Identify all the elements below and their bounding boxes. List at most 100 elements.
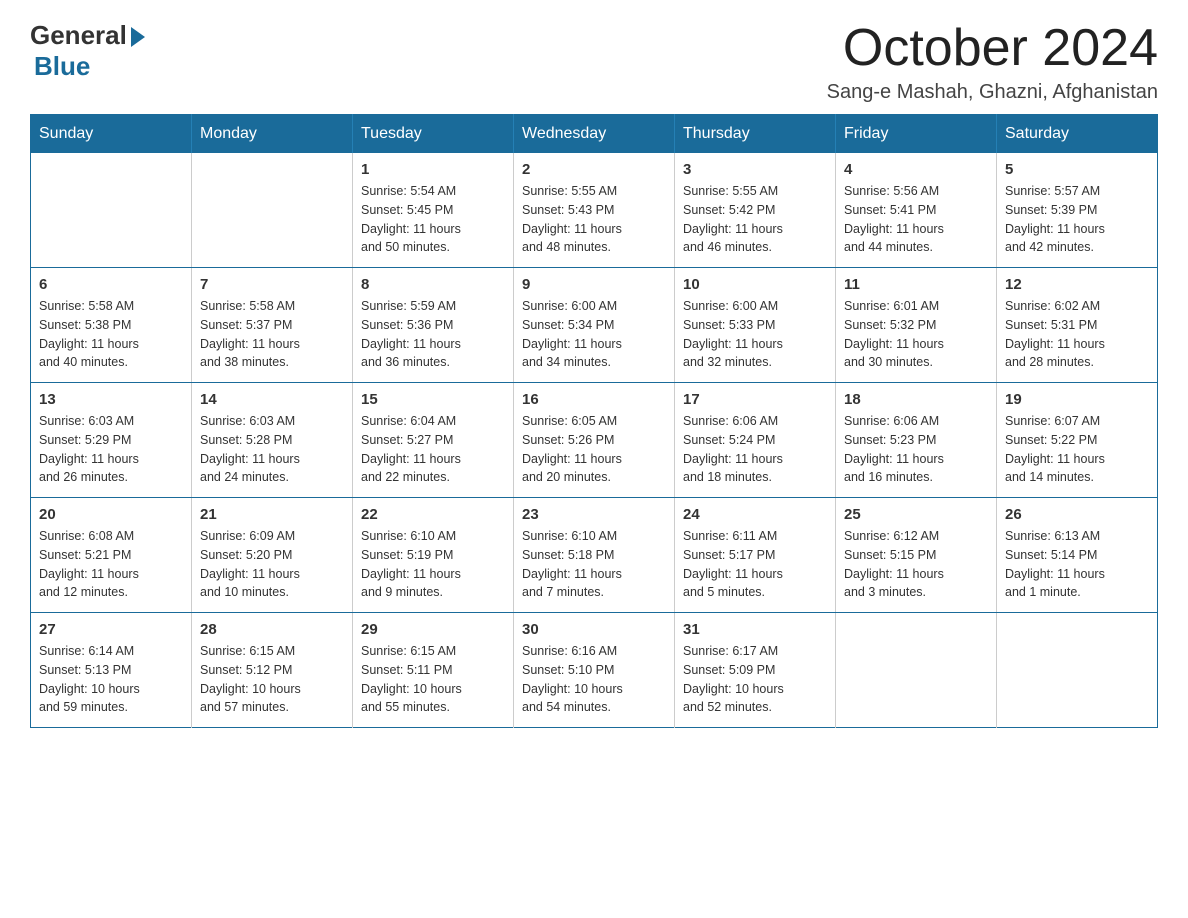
logo-general-text: General (30, 20, 127, 51)
calendar-cell (31, 153, 192, 268)
day-number: 23 (522, 506, 666, 523)
day-number: 9 (522, 276, 666, 293)
day-number: 22 (361, 506, 505, 523)
calendar-cell (192, 153, 353, 268)
calendar-cell: 22Sunrise: 6:10 AM Sunset: 5:19 PM Dayli… (353, 498, 514, 613)
day-number: 2 (522, 161, 666, 178)
day-number: 31 (683, 621, 827, 638)
day-info: Sunrise: 6:17 AM Sunset: 5:09 PM Dayligh… (683, 642, 827, 717)
calendar-cell: 23 Sunrise: 6:10 AM Sunset: 5:18 PM Dayli… (514, 498, 675, 613)
calendar-cell: 13Sunrise: 6:03 AM Sunset: 5:29 PM Dayli… (31, 383, 192, 498)
day-info: Sunrise: 6:05 AM Sunset: 5:26 PM Dayligh… (522, 412, 666, 487)
day-info: Sunrise: 6:16 AM Sunset: 5:10 PM Dayligh… (522, 642, 666, 717)
day-info: Sunrise: 6:08 AM Sunset: 5:21 PM Dayligh… (39, 527, 183, 602)
day-info: Sunrise: 6:01 AM Sunset: 5:32 PM Dayligh… (844, 297, 988, 372)
calendar-cell: 16 Sunrise: 6:05 AM Sunset: 5:26 PM Dayli… (514, 383, 675, 498)
calendar-header-tuesday: Tuesday (353, 115, 514, 154)
day-info: Sunrise: 5:59 AM Sunset: 5:36 PM Dayligh… (361, 297, 505, 372)
calendar-cell (836, 613, 997, 728)
calendar-header-thursday: Thursday (675, 115, 836, 154)
calendar-header-row: SundayMondayTuesdayWednesdayThursdayFrid… (31, 115, 1158, 154)
calendar-cell: 17 Sunrise: 6:06 AM Sunset: 5:24 PM Dayli… (675, 383, 836, 498)
calendar-cell: 3Sunrise: 5:55 AM Sunset: 5:42 PM Daylig… (675, 153, 836, 268)
day-info: Sunrise: 5:58 AM Sunset: 5:38 PM Dayligh… (39, 297, 183, 372)
calendar-cell: 14Sunrise: 6:03 AM Sunset: 5:28 PM Dayli… (192, 383, 353, 498)
calendar-week-row: 6 Sunrise: 5:58 AM Sunset: 5:38 PM Daylig… (31, 268, 1158, 383)
calendar-cell: 20 Sunrise: 6:08 AM Sunset: 5:21 PM Dayli… (31, 498, 192, 613)
day-info: Sunrise: 6:00 AM Sunset: 5:34 PM Dayligh… (522, 297, 666, 372)
calendar-cell: 26Sunrise: 6:13 AM Sunset: 5:14 PM Dayli… (997, 498, 1158, 613)
day-number: 5 (1005, 161, 1149, 178)
day-number: 6 (39, 276, 183, 293)
calendar-table: SundayMondayTuesdayWednesdayThursdayFrid… (30, 114, 1158, 728)
calendar-header-sunday: Sunday (31, 115, 192, 154)
logo-arrow-icon (131, 27, 145, 47)
calendar-cell: 5 Sunrise: 5:57 AM Sunset: 5:39 PM Daylig… (997, 153, 1158, 268)
calendar-cell: 9 Sunrise: 6:00 AM Sunset: 5:34 PM Daylig… (514, 268, 675, 383)
page-header: General Blue October 2024 Sang-e Mashah,… (30, 20, 1158, 104)
location-text: Sang-e Mashah, Ghazni, Afghanistan (827, 81, 1158, 104)
day-info: Sunrise: 6:13 AM Sunset: 5:14 PM Dayligh… (1005, 527, 1149, 602)
day-number: 4 (844, 161, 988, 178)
day-info: Sunrise: 6:00 AM Sunset: 5:33 PM Dayligh… (683, 297, 827, 372)
calendar-cell: 6 Sunrise: 5:58 AM Sunset: 5:38 PM Daylig… (31, 268, 192, 383)
calendar-header-monday: Monday (192, 115, 353, 154)
calendar-cell: 8 Sunrise: 5:59 AM Sunset: 5:36 PM Daylig… (353, 268, 514, 383)
calendar-cell: 30Sunrise: 6:16 AM Sunset: 5:10 PM Dayli… (514, 613, 675, 728)
calendar-cell: 2 Sunrise: 5:55 AM Sunset: 5:43 PM Daylig… (514, 153, 675, 268)
day-info: Sunrise: 6:10 AM Sunset: 5:18 PM Dayligh… (522, 527, 666, 602)
day-number: 7 (200, 276, 344, 293)
day-number: 8 (361, 276, 505, 293)
day-number: 21 (200, 506, 344, 523)
day-info: Sunrise: 6:11 AM Sunset: 5:17 PM Dayligh… (683, 527, 827, 602)
calendar-cell: 25 Sunrise: 6:12 AM Sunset: 5:15 PM Dayli… (836, 498, 997, 613)
day-number: 14 (200, 391, 344, 408)
day-number: 17 (683, 391, 827, 408)
calendar-cell: 15Sunrise: 6:04 AM Sunset: 5:27 PM Dayli… (353, 383, 514, 498)
day-number: 27 (39, 621, 183, 638)
day-info: Sunrise: 5:55 AM Sunset: 5:43 PM Dayligh… (522, 182, 666, 257)
day-info: Sunrise: 6:15 AM Sunset: 5:12 PM Dayligh… (200, 642, 344, 717)
day-info: Sunrise: 6:09 AM Sunset: 5:20 PM Dayligh… (200, 527, 344, 602)
day-info: Sunrise: 6:15 AM Sunset: 5:11 PM Dayligh… (361, 642, 505, 717)
calendar-week-row: 1 Sunrise: 5:54 AM Sunset: 5:45 PM Daylig… (31, 153, 1158, 268)
day-info: Sunrise: 6:02 AM Sunset: 5:31 PM Dayligh… (1005, 297, 1149, 372)
day-number: 11 (844, 276, 988, 293)
calendar-cell: 10Sunrise: 6:00 AM Sunset: 5:33 PM Dayli… (675, 268, 836, 383)
day-info: Sunrise: 6:12 AM Sunset: 5:15 PM Dayligh… (844, 527, 988, 602)
day-number: 1 (361, 161, 505, 178)
calendar-cell: 29 Sunrise: 6:15 AM Sunset: 5:11 PM Dayli… (353, 613, 514, 728)
day-number: 19 (1005, 391, 1149, 408)
calendar-week-row: 13Sunrise: 6:03 AM Sunset: 5:29 PM Dayli… (31, 383, 1158, 498)
calendar-cell: 18Sunrise: 6:06 AM Sunset: 5:23 PM Dayli… (836, 383, 997, 498)
calendar-cell: 28 Sunrise: 6:15 AM Sunset: 5:12 PM Dayli… (192, 613, 353, 728)
calendar-cell: 24 Sunrise: 6:11 AM Sunset: 5:17 PM Dayli… (675, 498, 836, 613)
calendar-cell: 21 Sunrise: 6:09 AM Sunset: 5:20 PM Dayli… (192, 498, 353, 613)
day-number: 29 (361, 621, 505, 638)
day-info: Sunrise: 6:14 AM Sunset: 5:13 PM Dayligh… (39, 642, 183, 717)
day-number: 28 (200, 621, 344, 638)
day-info: Sunrise: 6:06 AM Sunset: 5:24 PM Dayligh… (683, 412, 827, 487)
day-number: 24 (683, 506, 827, 523)
day-info: Sunrise: 5:54 AM Sunset: 5:45 PM Dayligh… (361, 182, 505, 257)
day-number: 16 (522, 391, 666, 408)
day-info: Sunrise: 6:07 AM Sunset: 5:22 PM Dayligh… (1005, 412, 1149, 487)
day-info: Sunrise: 6:06 AM Sunset: 5:23 PM Dayligh… (844, 412, 988, 487)
calendar-cell: 27 Sunrise: 6:14 AM Sunset: 5:13 PM Dayli… (31, 613, 192, 728)
day-number: 13 (39, 391, 183, 408)
calendar-cell: 4 Sunrise: 5:56 AM Sunset: 5:41 PM Daylig… (836, 153, 997, 268)
day-info: Sunrise: 5:56 AM Sunset: 5:41 PM Dayligh… (844, 182, 988, 257)
day-info: Sunrise: 5:57 AM Sunset: 5:39 PM Dayligh… (1005, 182, 1149, 257)
calendar-cell: 11 Sunrise: 6:01 AM Sunset: 5:32 PM Dayli… (836, 268, 997, 383)
day-number: 20 (39, 506, 183, 523)
title-block: October 2024 Sang-e Mashah, Ghazni, Afgh… (827, 20, 1158, 104)
calendar-header-wednesday: Wednesday (514, 115, 675, 154)
calendar-cell: 1 Sunrise: 5:54 AM Sunset: 5:45 PM Daylig… (353, 153, 514, 268)
calendar-cell: 12Sunrise: 6:02 AM Sunset: 5:31 PM Dayli… (997, 268, 1158, 383)
month-title: October 2024 (827, 20, 1158, 77)
day-number: 3 (683, 161, 827, 178)
calendar-cell (997, 613, 1158, 728)
day-number: 25 (844, 506, 988, 523)
calendar-week-row: 27 Sunrise: 6:14 AM Sunset: 5:13 PM Dayli… (31, 613, 1158, 728)
calendar-cell: 19 Sunrise: 6:07 AM Sunset: 5:22 PM Dayli… (997, 383, 1158, 498)
